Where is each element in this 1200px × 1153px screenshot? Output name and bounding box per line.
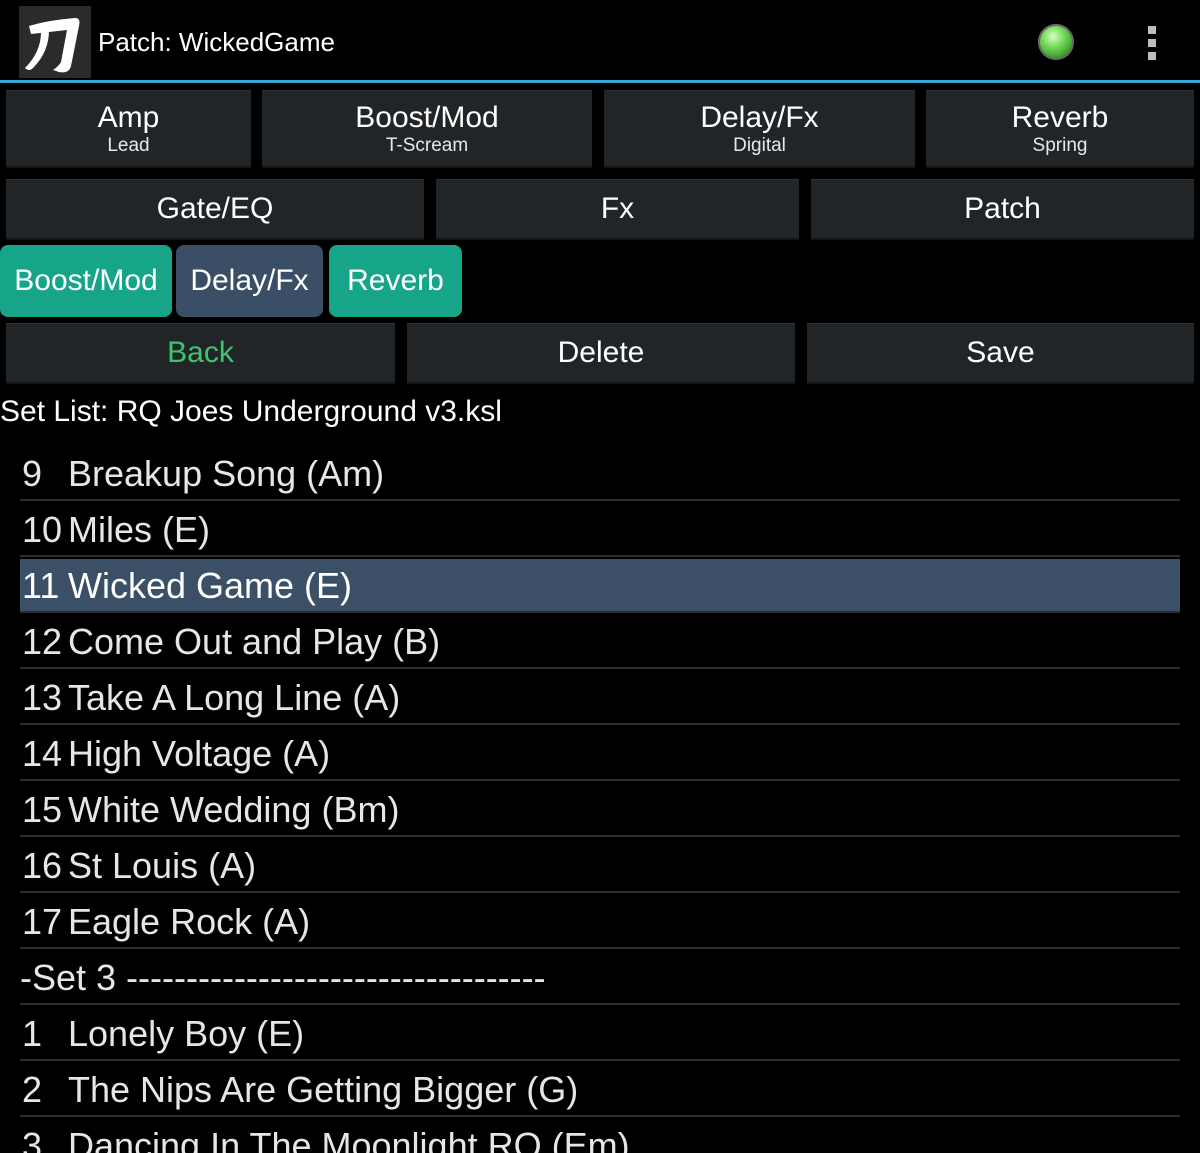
setlist-item-name: Miles (E): [68, 509, 210, 550]
setlist-item-number: 9: [22, 453, 43, 494]
setlist-item-number: 12: [22, 621, 63, 662]
setlist-item[interactable]: 12 Come Out and Play (B): [20, 615, 1180, 669]
patch-button-label: Patch: [964, 192, 1041, 225]
delay-fx-button[interactable]: Delay/Fx Digital: [604, 90, 915, 168]
setlist-item[interactable]: 13 Take A Long Line (A): [20, 671, 1180, 725]
setlist-item[interactable]: 10 Miles (E): [20, 503, 1180, 557]
setlist-item-name: Dancing In The Moonlight RQ (Em): [68, 1125, 630, 1153]
setlist-item-number: 14: [22, 733, 63, 774]
reverb-button-sublabel: Spring: [1032, 134, 1088, 156]
setlist-item-selected[interactable]: 11 Wicked Game (E): [20, 559, 1180, 613]
save-button-label: Save: [966, 336, 1035, 369]
setlist-item-name: Wicked Game (E): [68, 565, 353, 606]
setlist-item-name: High Voltage (A): [68, 733, 331, 774]
setlist-item-name: Breakup Song (Am): [68, 453, 385, 494]
patch-title: Patch: WickedGame: [98, 27, 335, 57]
back-button[interactable]: Back: [6, 323, 395, 384]
actionbar-divider: [0, 80, 1200, 83]
delay-fx-button-sublabel: Digital: [733, 134, 786, 156]
delay-fx-toggle-label: Delay/Fx: [190, 264, 309, 297]
setlist-item[interactable]: 1 Lonely Boy (E): [20, 1007, 1180, 1061]
setlist-item-number: 3: [22, 1125, 43, 1153]
setlist-item[interactable]: 16 St Louis (A): [20, 839, 1180, 893]
reverb-toggle[interactable]: Reverb: [329, 245, 462, 317]
overflow-menu-icon[interactable]: [1140, 26, 1164, 60]
reverb-button-label: Reverb: [1011, 100, 1109, 134]
boost-mod-button-sublabel: T-Scream: [385, 134, 469, 156]
status-led-icon[interactable]: [1038, 24, 1074, 60]
setlist-title: Set List: RQ Joes Underground v3.ksl: [0, 395, 502, 428]
setlist-item-name: Come Out and Play (B): [68, 621, 441, 662]
setlist-item-number: 11: [22, 565, 60, 606]
setlist-item[interactable]: 15 White Wedding (Bm): [20, 783, 1180, 837]
reverb-toggle-label: Reverb: [347, 264, 444, 297]
setlist-item-name: Eagle Rock (A): [68, 901, 311, 942]
patch-button[interactable]: Patch: [811, 179, 1194, 240]
delete-button[interactable]: Delete: [407, 323, 795, 384]
save-button[interactable]: Save: [807, 323, 1194, 384]
app-logo[interactable]: [19, 6, 91, 78]
setlist-item-name: St Louis (A): [68, 845, 257, 886]
setlist-item[interactable]: 17 Eagle Rock (A): [20, 895, 1180, 949]
katana-logo-icon: [25, 18, 80, 73]
setlist-item-number: 10: [22, 509, 63, 550]
amp-button-label: Amp: [97, 100, 160, 134]
action-bar: Patch: WickedGame: [0, 0, 1200, 80]
boost-mod-button-label: Boost/Mod: [355, 100, 499, 134]
amp-button-sublabel: Lead: [107, 134, 150, 156]
setlist-item[interactable]: 14 High Voltage (A): [20, 727, 1180, 781]
gate-eq-button-label: Gate/EQ: [156, 192, 274, 225]
delay-fx-button-label: Delay/Fx: [700, 100, 819, 134]
setlist-item-number: 2: [22, 1069, 43, 1110]
setlist-item[interactable]: 9 Breakup Song (Am): [20, 447, 1180, 501]
setlist-item[interactable]: 2 The Nips Are Getting Bigger (G): [20, 1063, 1180, 1117]
setlist-item-name: The Nips Are Getting Bigger (G): [68, 1069, 579, 1110]
fx-button[interactable]: Fx: [436, 179, 799, 240]
setlist-item-name: White Wedding (Bm): [68, 789, 400, 830]
setlist-item-number: 16: [22, 845, 63, 886]
reverb-button[interactable]: Reverb Spring: [926, 90, 1194, 168]
gate-eq-button[interactable]: Gate/EQ: [6, 179, 424, 240]
setlist-item-number: 15: [22, 789, 63, 830]
setlist-item-name: Take A Long Line (A): [68, 677, 401, 718]
app-root: Patch: WickedGame Amp Lead Boost/Mod T-S…: [0, 0, 1200, 1153]
setlist-item[interactable]: 3 Dancing In The Moonlight RQ (Em): [20, 1119, 1180, 1153]
setlist-divider-item[interactable]: -Set 3 ---------------------------------…: [20, 951, 1180, 1005]
boost-mod-toggle[interactable]: Boost/Mod: [0, 245, 172, 317]
delete-button-label: Delete: [557, 336, 645, 369]
setlist-item-number: 1: [22, 1013, 43, 1054]
amp-button[interactable]: Amp Lead: [6, 90, 251, 168]
setlist-item-name: -Set 3 ---------------------------------…: [20, 957, 546, 998]
setlist-item-name: Lonely Boy (E): [68, 1013, 305, 1054]
boost-mod-toggle-label: Boost/Mod: [14, 264, 158, 297]
boost-mod-button[interactable]: Boost/Mod T-Scream: [262, 90, 592, 168]
fx-button-label: Fx: [600, 192, 635, 225]
back-button-label: Back: [167, 336, 234, 369]
delay-fx-toggle[interactable]: Delay/Fx: [176, 245, 323, 317]
setlist-item-number: 13: [22, 677, 63, 718]
setlist-item-number: 17: [22, 901, 63, 942]
